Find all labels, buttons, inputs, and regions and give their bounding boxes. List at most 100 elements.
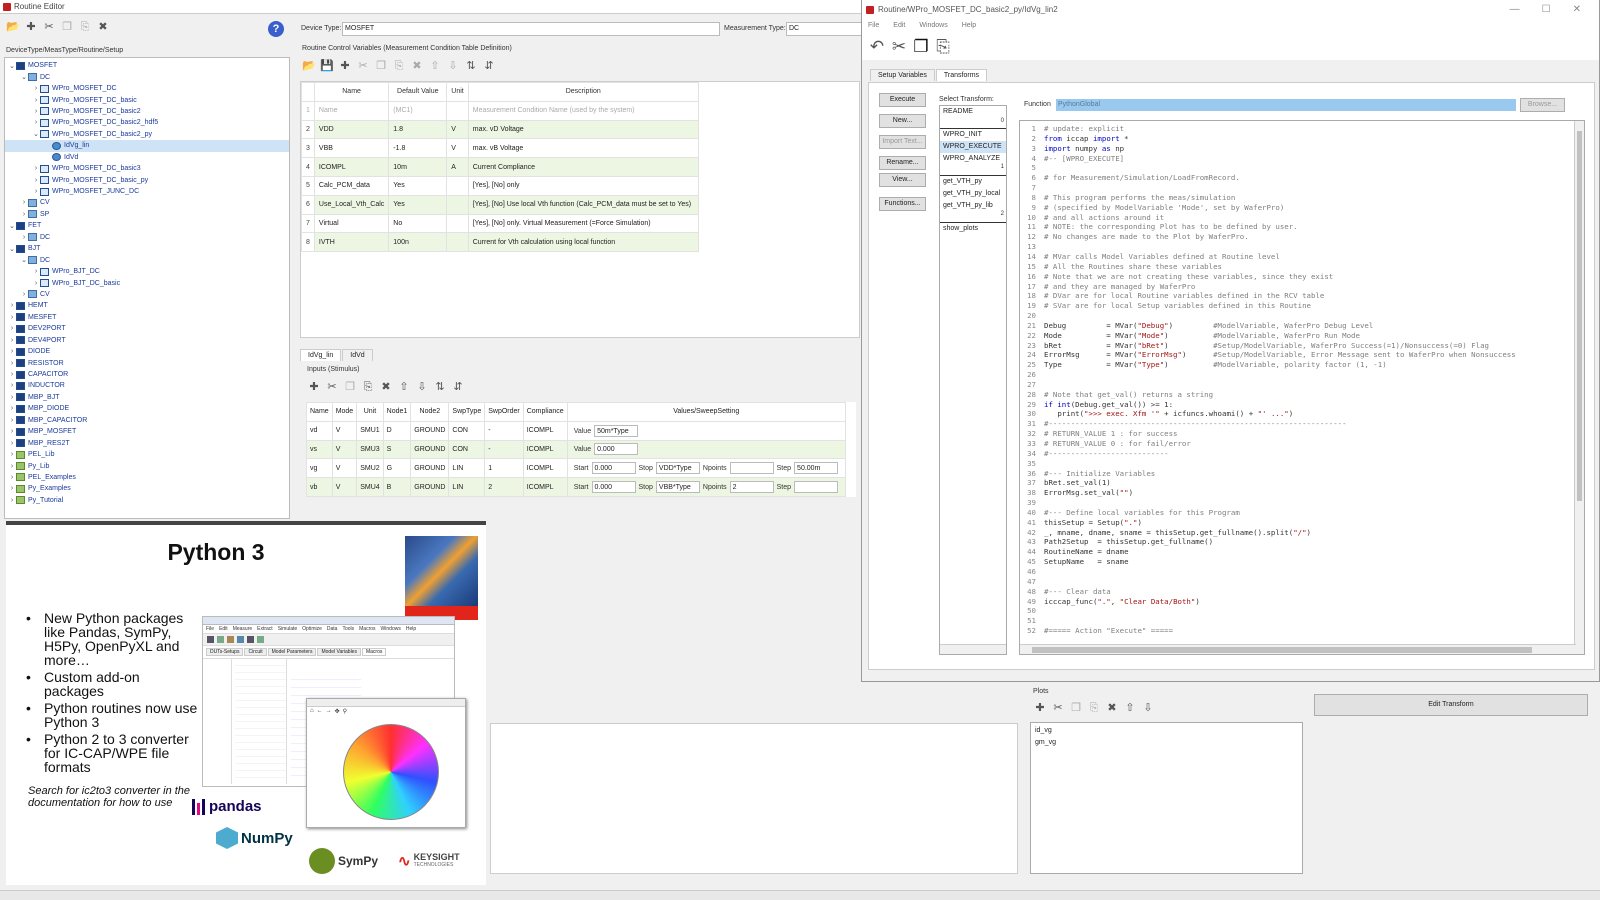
rcv-column-header[interactable]: Unit xyxy=(446,82,469,102)
input-cell-name[interactable]: vs xyxy=(306,439,333,460)
transform-button-functions[interactable]: Functions... xyxy=(879,197,926,211)
insert-above-input-icon[interactable]: ⇅ xyxy=(433,380,447,394)
expand-right-icon[interactable]: › xyxy=(8,463,16,470)
tree-item[interactable]: › MBP_MOSFET xyxy=(5,426,289,437)
inputs-column-header[interactable]: Values/SweepSetting xyxy=(566,402,846,422)
rcv-cell-name[interactable]: VDD xyxy=(313,119,390,140)
sweep-field-stop[interactable]: VDD*Type xyxy=(655,462,700,475)
input-cell-swp[interactable]: CON xyxy=(448,420,486,441)
rcv-cell-val[interactable]: (MC1) xyxy=(388,100,448,121)
add-plot-icon[interactable]: ✚ xyxy=(1033,701,1047,715)
browse-button[interactable]: Browse... xyxy=(1520,98,1565,112)
rcv-row[interactable]: 8 IVTH 100n Current for Vth calculation usi… xyxy=(301,232,699,253)
tree-item[interactable]: › WPro_MOSFET_DC_basic3 xyxy=(5,163,289,174)
rcv-row[interactable]: 6 Use_Local_Vth_Calc Yes [Yes], [No] Use lo… xyxy=(301,194,699,215)
sweep-field-stop[interactable]: VBB*Type xyxy=(655,481,700,494)
rcv-cell-name[interactable]: Use_Local_Vth_Calc xyxy=(313,194,390,215)
code-hscroll-thumb[interactable] xyxy=(1032,647,1532,653)
input-cell-n1[interactable]: B xyxy=(382,477,412,497)
expand-right-icon[interactable]: › xyxy=(8,371,16,378)
tree-item[interactable]: › WPro_MOSFET_DC_basic2 xyxy=(5,106,289,117)
inputs-column-header[interactable]: SwpOrder xyxy=(484,402,524,422)
rcv-cell-val[interactable]: Yes xyxy=(388,194,448,215)
expand-right-icon[interactable]: › xyxy=(20,211,28,218)
input-cell-name[interactable]: vd xyxy=(306,420,333,441)
tree-item[interactable]: ⌄ BJT xyxy=(5,243,289,254)
transform-button-new[interactable]: New... xyxy=(879,114,926,128)
menu-item[interactable]: Windows xyxy=(919,22,947,29)
tree-item[interactable]: › CAPACITOR xyxy=(5,369,289,380)
expand-right-icon[interactable]: › xyxy=(32,108,40,115)
tree-item[interactable]: › MBP_DIODE xyxy=(5,403,289,414)
rcv-cell-name[interactable]: IVTH xyxy=(313,232,390,253)
inputs-column-header[interactable]: Node2 xyxy=(410,402,450,422)
insert-above-icon[interactable]: ⇅ xyxy=(464,59,478,73)
minimize-icon[interactable]: — xyxy=(1510,4,1520,15)
rcv-cell-unit[interactable]: V xyxy=(446,138,469,159)
paste-plot-icon[interactable]: ⎘ xyxy=(1087,701,1101,715)
add-row-icon[interactable]: ✚ xyxy=(338,59,352,73)
expand-right-icon[interactable]: › xyxy=(8,440,16,447)
tree-item[interactable]: › DEV2PORT xyxy=(5,323,289,334)
input-cell-comp[interactable]: ICOMPL xyxy=(522,477,568,497)
sweep-field-value[interactable]: 0.000 xyxy=(594,443,639,456)
tree-item[interactable]: › INDUCTOR xyxy=(5,380,289,391)
input-cell-n2[interactable]: GROUND xyxy=(410,477,450,497)
code-vscroll[interactable] xyxy=(1574,121,1584,654)
edit-transform-button[interactable]: Edit Transform xyxy=(1314,694,1588,716)
expand-right-icon[interactable]: › xyxy=(8,360,16,367)
sweep-field-step[interactable]: 50.00m xyxy=(794,462,839,475)
cut-icon[interactable]: ✂ xyxy=(42,20,56,34)
rcv-column-header[interactable]: Description xyxy=(467,82,699,102)
input-cell-mode[interactable]: V xyxy=(331,439,358,460)
delete-input-icon[interactable]: ✖ xyxy=(379,380,393,394)
function-field[interactable]: PythonGlobal xyxy=(1056,99,1516,111)
input-cell-n1[interactable]: D xyxy=(382,420,412,441)
rcv-cell-val[interactable]: 10m xyxy=(388,157,448,177)
insert-below-icon[interactable]: ⇵ xyxy=(482,59,496,73)
transform-list[interactable]: README 0 WPRO_INIT WPRO_EXECUTE WPRO_ANALYZE… xyxy=(939,105,1007,655)
transform-item[interactable]: get_VTH_py_lib xyxy=(940,200,1006,212)
rcv-column-header[interactable]: Default Value xyxy=(388,82,448,102)
expand-right-icon[interactable]: › xyxy=(32,97,40,104)
input-cell-ord[interactable]: 2 xyxy=(484,477,524,497)
input-cell-name[interactable]: vg xyxy=(306,458,333,479)
input-cell-mode[interactable]: V xyxy=(331,420,358,441)
tree-item[interactable]: › DC xyxy=(5,232,289,243)
sweep-field-start[interactable]: 0.000 xyxy=(591,462,636,475)
transform-item[interactable]: WPRO_ANALYZE xyxy=(940,153,1006,165)
menu-item[interactable]: Help xyxy=(962,22,976,29)
tree-item[interactable]: › MBP_RES2T xyxy=(5,437,289,448)
expand-right-icon[interactable]: › xyxy=(8,428,16,435)
move-down-plot-icon[interactable]: ⇩ xyxy=(1141,701,1155,715)
transform-button-import-text[interactable]: Import Text... xyxy=(879,135,926,149)
home-icon[interactable]: ⌂ xyxy=(310,708,314,716)
rcv-cell-desc[interactable]: [Yes], [No] only xyxy=(467,175,699,196)
inputs-column-header[interactable]: Compliance xyxy=(522,402,568,422)
rcv-cell-name[interactable]: VBB xyxy=(313,138,390,159)
rcv-cell-desc[interactable]: Current Compliance xyxy=(467,157,699,177)
expand-right-icon[interactable]: › xyxy=(32,268,40,275)
transform-button-rename[interactable]: Rename... xyxy=(879,156,926,170)
expand-right-icon[interactable]: › xyxy=(8,348,16,355)
cut-icon[interactable]: ✂ xyxy=(892,38,906,55)
add-input-icon[interactable]: ✚ xyxy=(307,380,321,394)
tree-item[interactable]: › SP xyxy=(5,209,289,220)
tree-item[interactable]: › CV xyxy=(5,289,289,300)
expand-down-icon[interactable]: ⌄ xyxy=(8,245,16,253)
expand-right-icon[interactable]: › xyxy=(32,280,40,287)
paste-icon[interactable]: ⎘ xyxy=(78,20,92,34)
tree-item[interactable]: › MBP_BJT xyxy=(5,392,289,403)
rcv-cell-unit[interactable] xyxy=(446,175,469,196)
inputs-column-header[interactable]: Name xyxy=(306,402,333,422)
copy-plot-icon[interactable]: ❐ xyxy=(1069,701,1083,715)
maximize-icon[interactable]: ☐ xyxy=(1542,4,1551,15)
input-row[interactable]: vd V SMU1 D GROUND CON - ICOMPL Value 50m*Type xyxy=(306,420,846,441)
rcv-cell-val[interactable]: 1.8 xyxy=(388,119,448,140)
expand-right-icon[interactable]: › xyxy=(8,302,16,309)
expand-right-icon[interactable]: › xyxy=(8,405,16,412)
transform-list-hscroll[interactable] xyxy=(940,644,1006,654)
expand-down-icon[interactable]: ⌄ xyxy=(32,130,40,138)
tree-item[interactable]: › Py_Examples xyxy=(5,483,289,494)
rcv-row[interactable]: 2 VDD 1.8 Vmax. vD Voltage xyxy=(301,119,699,140)
